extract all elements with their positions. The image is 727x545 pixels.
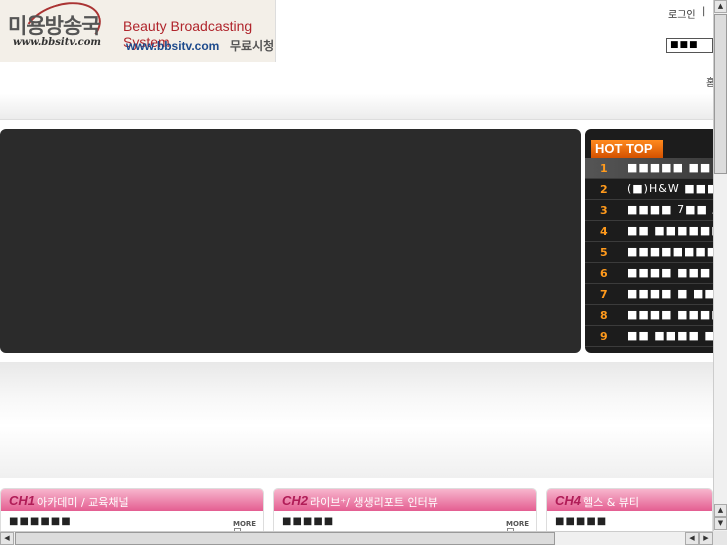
horizontal-scroll-thumb[interactable] (15, 532, 555, 545)
vertical-scrollbar[interactable]: ▲ ▲ ▼ (713, 0, 727, 531)
hot-top-rank: 1 (600, 162, 608, 175)
horizontal-scrollbar[interactable]: ◀ ◀ ▶ (0, 531, 713, 545)
site-logo[interactable]: 미용방송국 www.bbsitv.com Beauty Broadcasting… (0, 0, 276, 66)
login-link[interactable]: 로그인 (668, 6, 696, 21)
channel-header[interactable]: CH2 라이브⁺/ 생생리포트 인터뷰 (274, 489, 536, 511)
scrollbar-corner (713, 531, 727, 545)
channel-number: CH4 (555, 493, 582, 508)
channel-number: CH2 (282, 493, 309, 508)
hot-top-item-title[interactable]: ■■■■■■■■■ (627, 245, 725, 258)
hot-top-item[interactable]: 8 ■■■■ ■■■■ (585, 305, 725, 326)
channel-box-ch2: CH2 라이브⁺/ 생생리포트 인터뷰 ■■■■■ MORE (273, 488, 537, 532)
main-navigation: 홈 (0, 62, 715, 120)
banner-band (0, 362, 713, 478)
channel-header[interactable]: CH1 아카데미 / 교육채널 (1, 489, 263, 511)
hot-top-panel: HOT TOP 1 ■■■■■ ■■ 2 (■)H&W ■■■■ 3 ■■■■ 7■■… (585, 129, 725, 353)
site-header: 미용방송국 www.bbsitv.com Beauty Broadcasting… (0, 0, 713, 66)
channel-content[interactable]: ■■■■■ (282, 516, 334, 527)
hot-top-rank: 8 (600, 309, 608, 322)
hot-top-rank: 7 (600, 288, 608, 301)
logo-url-text: www.bbsitv.com (13, 37, 101, 48)
channel-name: 라이브⁺/ 생생리포트 인터뷰 (310, 496, 438, 509)
more-label: MORE (233, 520, 257, 528)
channel-header[interactable]: CH4 헬스 & 뷰티 (547, 489, 712, 511)
hot-top-item[interactable]: 5 ■■■■■■■■■ (585, 242, 725, 263)
vertical-scroll-thumb[interactable] (714, 14, 727, 174)
hot-top-rank: 3 (600, 204, 608, 217)
free-viewing-label: 무료시청 (230, 39, 275, 53)
scroll-right-button[interactable]: ▶ (699, 532, 713, 545)
hot-top-item[interactable]: 7 ■■■■ ■ ■■■ (585, 284, 725, 305)
hot-top-item[interactable]: 6 ■■■■ ■■■ ■■ (585, 263, 725, 284)
hot-top-rank: 9 (600, 330, 608, 343)
hot-top-item[interactable]: 9 ■■ ■■■■ ■■ (585, 326, 725, 347)
browser-viewport: 미용방송국 www.bbsitv.com Beauty Broadcasting… (0, 0, 727, 545)
hot-top-rank: 6 (600, 267, 608, 280)
channel-content[interactable]: ■■■■■■ (9, 516, 72, 527)
hot-top-item-title[interactable]: ■■■■ 7■■ / ■ (627, 203, 725, 216)
hot-top-item[interactable]: 1 ■■■■■ ■■ (585, 158, 725, 179)
header-separator: | (702, 6, 706, 17)
hot-top-rank: 5 (600, 246, 608, 259)
hot-top-item-title[interactable]: ■■ ■■■■■■ (627, 224, 723, 237)
hot-top-item-title[interactable]: ■■■■ ■■■■ (627, 308, 723, 321)
search-input[interactable]: ■■■ (666, 38, 713, 53)
brand-url[interactable]: www.bbsitv.com (126, 39, 219, 53)
logo-korean-text: 미용방송국 (8, 14, 101, 38)
hot-top-item-title[interactable]: ■■■■ ■■■ ■■ (627, 266, 725, 279)
channel-number: CH1 (9, 493, 36, 508)
more-label: MORE (506, 520, 530, 528)
channel-box-ch4: CH4 헬스 & 뷰티 ■■■■■ (546, 488, 713, 532)
hot-top-title: HOT TOP (595, 141, 653, 156)
hot-top-item-title[interactable]: (■)H&W ■■■■ (627, 182, 725, 195)
hot-top-item-title[interactable]: ■■■■■ ■■ (627, 161, 711, 174)
channel-name: 헬스 & 뷰티 (583, 496, 640, 509)
scroll-up-button[interactable]: ▲ (714, 0, 727, 13)
channel-name: 아카데미 / 교육채널 (37, 496, 129, 509)
video-player-area[interactable] (0, 129, 581, 353)
channel-box-ch1: CH1 아카데미 / 교육채널 ■■■■■■ MORE (0, 488, 264, 532)
scroll-up-button-lower[interactable]: ▲ (714, 504, 727, 517)
hot-top-item[interactable]: 2 (■)H&W ■■■■ (585, 179, 725, 200)
hot-top-rank: 2 (600, 183, 608, 196)
hot-top-item[interactable]: 3 ■■■■ 7■■ / ■ (585, 200, 725, 221)
hot-top-item-title[interactable]: ■■■■ ■ ■■■ (627, 287, 725, 300)
scroll-left-button[interactable]: ◀ (0, 532, 14, 545)
hot-top-item[interactable]: 4 ■■ ■■■■■■ (585, 221, 725, 242)
channel-content[interactable]: ■■■■■ (555, 516, 607, 527)
scroll-down-button[interactable]: ▼ (714, 517, 727, 530)
hot-top-item-title[interactable]: ■■ ■■■■ ■■ (627, 329, 725, 342)
scroll-left-button-right[interactable]: ◀ (685, 532, 699, 545)
hot-top-rank: 4 (600, 225, 608, 238)
hot-top-list: 1 ■■■■■ ■■ 2 (■)H&W ■■■■ 3 ■■■■ 7■■ / ■ 4 ■■… (585, 158, 725, 347)
